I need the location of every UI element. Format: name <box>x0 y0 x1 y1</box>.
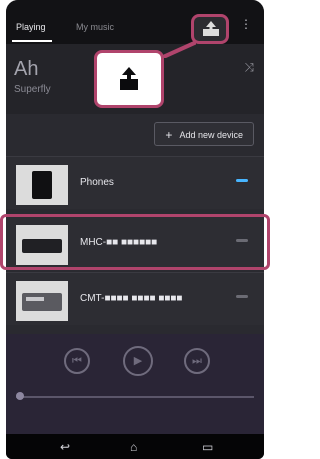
tab-playing[interactable]: Playing <box>16 22 46 32</box>
player-panel: ⏮ ▶ ⏭ <box>6 334 264 434</box>
playback-controls: ⏮ ▶ ⏭ <box>56 346 216 388</box>
device-name: Phones <box>80 177 114 188</box>
seek-knob[interactable] <box>16 392 24 400</box>
device-name: CMT-■■■■ ■■■■ ■■■■ <box>80 293 183 304</box>
tab-underline <box>12 40 52 42</box>
device-status-indicator <box>236 179 248 182</box>
shuffle-icon[interactable]: ⤨ <box>244 60 254 75</box>
add-device-row: + Add new device <box>6 118 264 150</box>
next-icon[interactable]: ⏭ <box>184 348 210 374</box>
top-tabs: Playing My music ⋮ <box>6 0 264 44</box>
add-new-device-button[interactable]: + Add new device <box>154 122 254 146</box>
seek-bar[interactable] <box>16 396 254 398</box>
tab-my-music[interactable]: My music <box>76 22 114 32</box>
device-thumbnail <box>16 165 68 205</box>
device-select-callout <box>94 50 164 108</box>
device-item-cmt[interactable]: CMT-■■■■ ■■■■ ■■■■ <box>6 272 264 325</box>
plus-icon: + <box>165 128 173 142</box>
upload-icon <box>120 67 138 90</box>
recents-icon[interactable]: ▭ <box>202 440 213 454</box>
artist-subtitle: Superfly <box>14 84 51 95</box>
device-select-button[interactable] <box>191 14 229 44</box>
device-thumbnail <box>16 281 68 321</box>
artist-title: Ah <box>14 58 39 80</box>
device-item-phones[interactable]: Phones <box>6 156 264 209</box>
overflow-menu-icon[interactable]: ⋮ <box>240 18 252 30</box>
previous-icon[interactable]: ⏮ <box>64 348 90 374</box>
back-icon[interactable]: ↩ <box>60 440 70 454</box>
upload-icon <box>203 21 219 36</box>
home-icon[interactable]: ⌂ <box>130 440 137 454</box>
device-status-indicator <box>236 295 248 298</box>
add-new-device-label: Add new device <box>179 130 243 140</box>
selected-device-highlight <box>0 214 270 270</box>
android-nav-bar: ↩ ⌂ ▭ <box>6 434 264 459</box>
play-icon[interactable]: ▶ <box>123 346 153 376</box>
